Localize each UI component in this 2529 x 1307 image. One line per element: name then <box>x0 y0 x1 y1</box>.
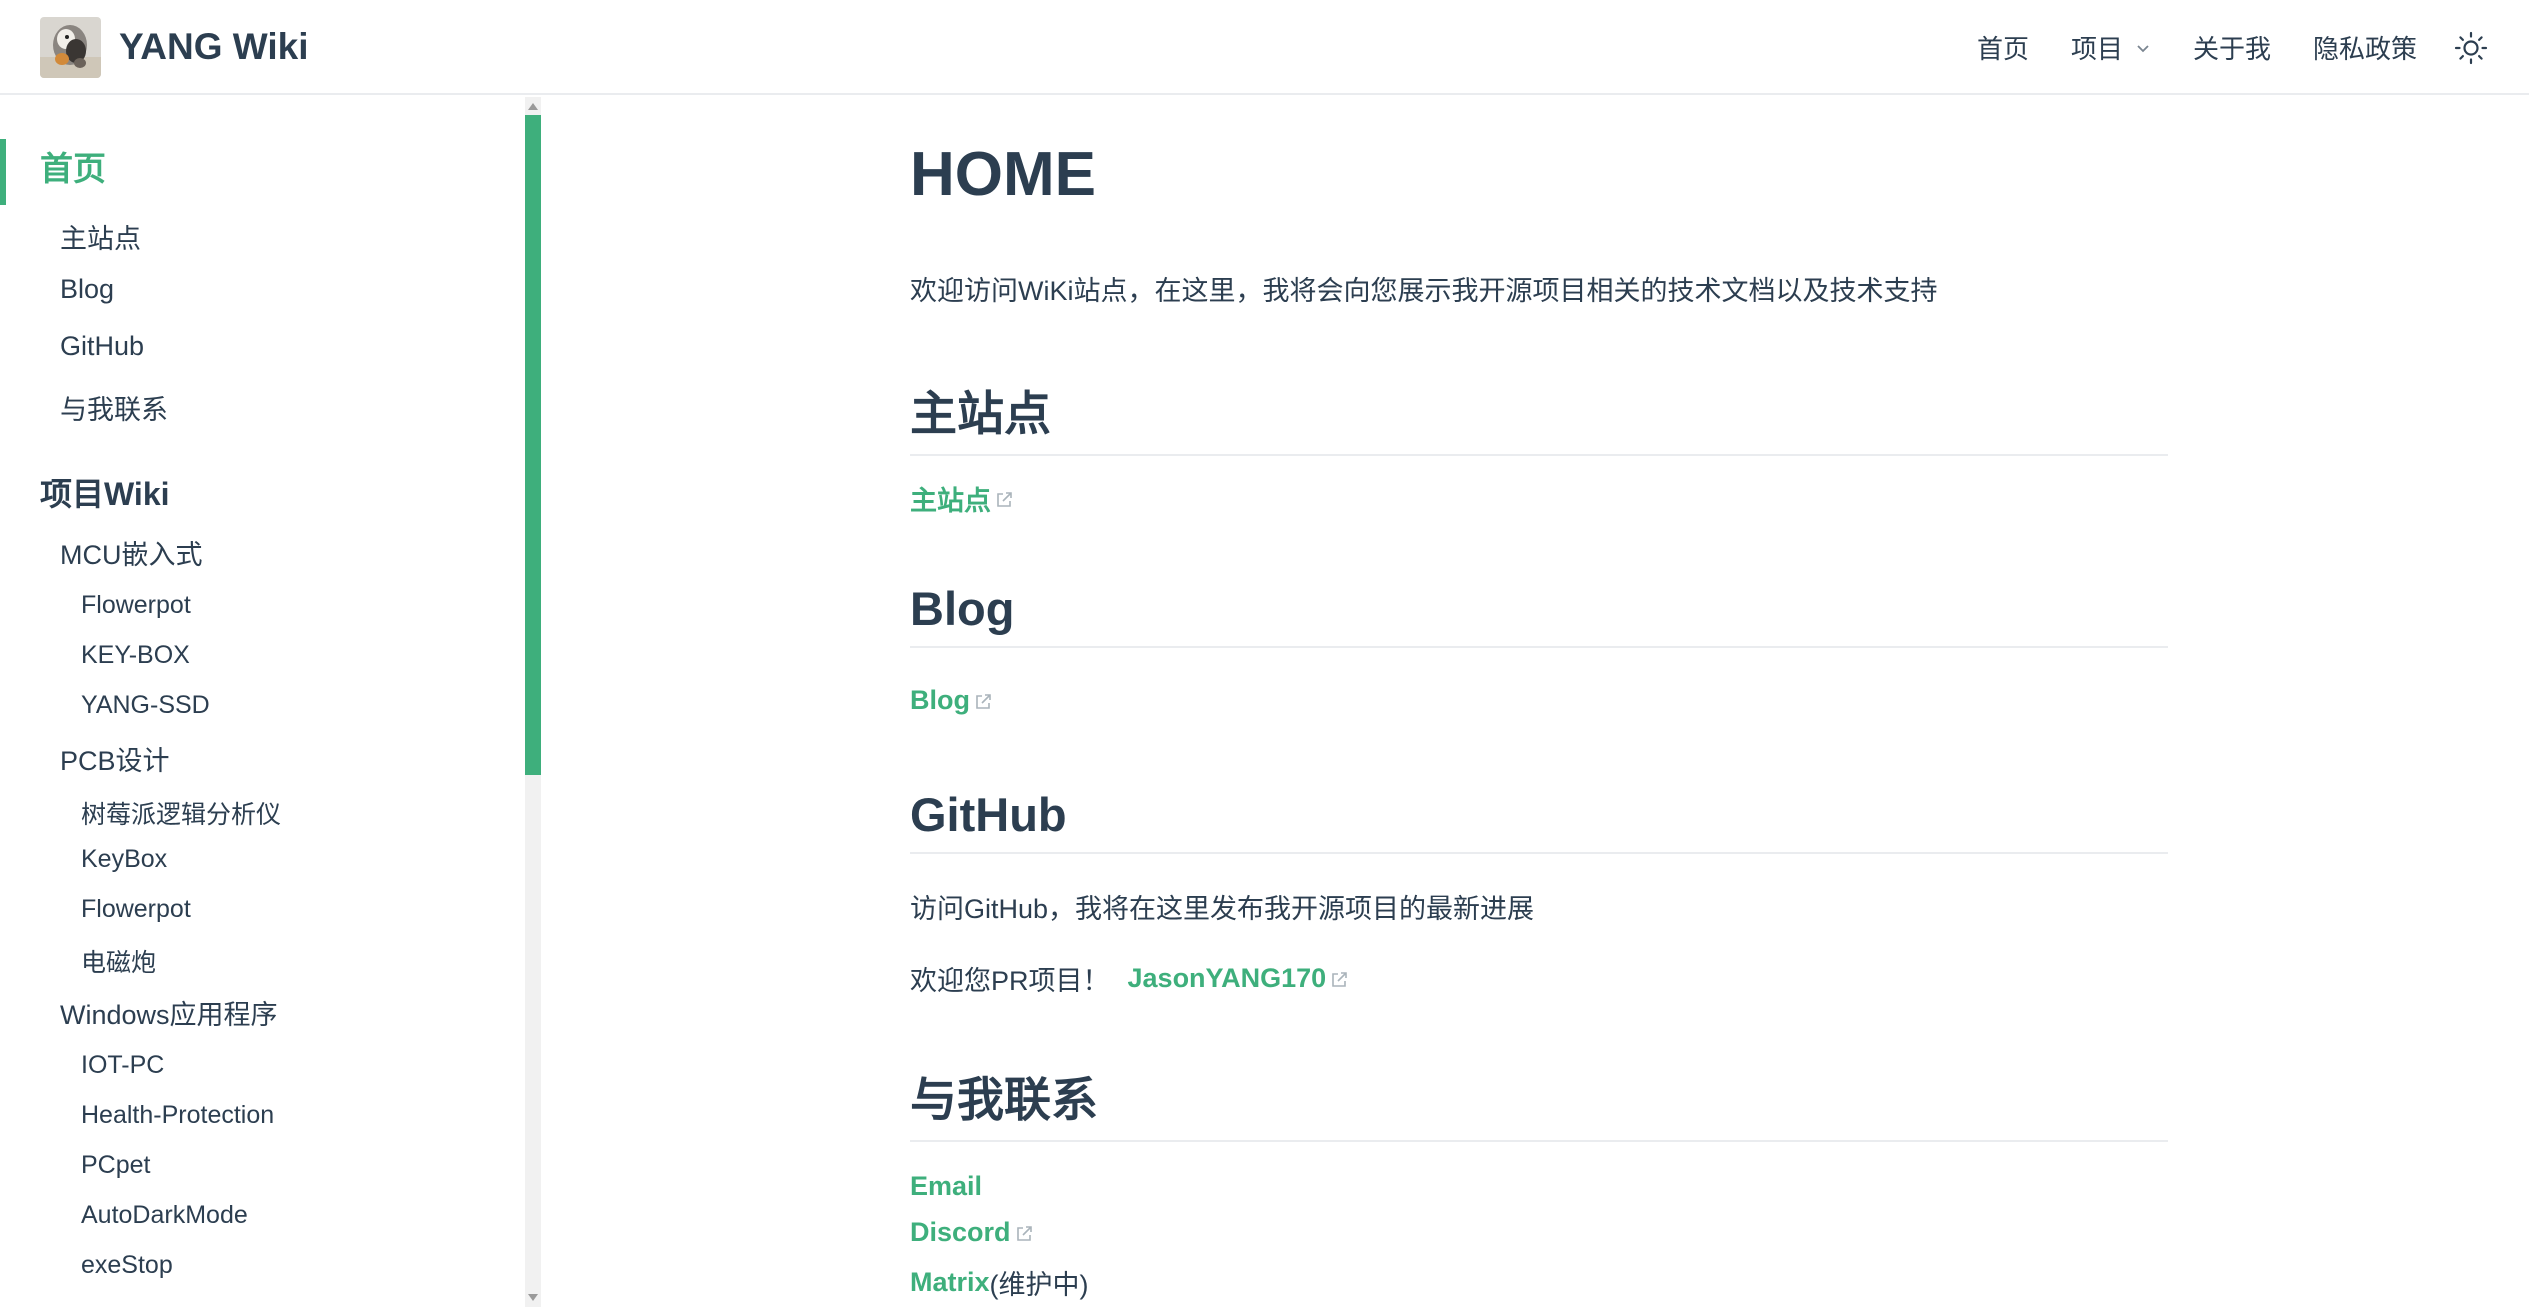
sidebar-item-iot-pc[interactable]: IOT-PC <box>81 1051 164 1080</box>
main-site-link-label: 主站点 <box>910 486 991 516</box>
matrix-row: Matrix (维护中) <box>910 1263 1089 1302</box>
sidebar-item-yang-ssd[interactable]: YANG-SSD <box>81 691 210 720</box>
nav-privacy[interactable]: 隐私政策 <box>2313 29 2417 66</box>
sidebar-heading-home[interactable]: 首页 <box>0 139 106 199</box>
discord-link-label: Discord <box>910 1217 1011 1247</box>
nav-links: 首页 项目 关于我 隐私政策 <box>1977 0 2529 95</box>
matrix-link[interactable]: Matrix <box>910 1267 990 1298</box>
sidebar: 首页 主站点 Blog GitHub 与我联系 项目Wiki MCU嵌入式 Fl… <box>0 97 540 1307</box>
sidebar-item-github[interactable]: GitHub <box>60 331 144 362</box>
nav-about[interactable]: 关于我 <box>2193 29 2271 66</box>
github-pr-text: 欢迎您PR项目！ <box>910 966 1110 996</box>
sidebar-group-pcb[interactable]: PCB设计 <box>60 739 170 778</box>
section-heading-blog: Blog <box>910 581 2168 648</box>
sidebar-item-contact[interactable]: 与我联系 <box>60 388 168 427</box>
sidebar-item-pcb-flowerpot[interactable]: Flowerpot <box>81 895 191 924</box>
nav-projects-dropdown[interactable]: 项目 <box>2071 29 2151 66</box>
external-link-icon <box>997 491 1012 507</box>
sidebar-item-key-box[interactable]: KEY-BOX <box>81 641 190 670</box>
main-site-link[interactable]: 主站点 <box>910 479 1013 518</box>
external-link-icon <box>976 693 991 709</box>
github-profile-label: JasonYANG170 <box>1127 963 1327 993</box>
sidebar-item-logic-analyzer[interactable]: 树莓派逻辑分析仪 <box>81 795 281 831</box>
scrollbar-thumb[interactable] <box>525 115 541 775</box>
external-link-icon <box>1332 971 1347 987</box>
home-brand-link[interactable]: YANG Wiki <box>40 16 309 78</box>
github-pr-row: 欢迎您PR项目！ JasonYANG170 <box>910 959 1348 998</box>
nav-projects-label: 项目 <box>2070 34 2123 64</box>
external-link-icon <box>1016 1225 1032 1241</box>
discord-link[interactable]: Discord <box>910 1217 1033 1248</box>
sidebar-item-pcpet[interactable]: PCpet <box>81 1151 150 1180</box>
site-name[interactable]: YANG Wiki <box>119 26 309 68</box>
section-heading-main-site: 主站点 <box>910 375 2168 456</box>
sidebar-scrollbar[interactable] <box>525 97 541 1307</box>
intro-text: 欢迎访问WiKi站点，在这里，我将会向您展示我开源项目相关的技术文档以及技术支持 <box>910 276 1938 306</box>
section-heading-github: GitHub <box>910 787 2168 854</box>
scroll-up-arrow-icon[interactable] <box>528 103 538 110</box>
sidebar-heading-projects[interactable]: 项目Wiki <box>40 469 170 515</box>
sidebar-item-keybox[interactable]: KeyBox <box>81 845 167 874</box>
github-profile-link[interactable]: JasonYANG170 <box>1128 963 1349 994</box>
email-link[interactable]: Email <box>910 1171 982 1202</box>
blog-link[interactable]: Blog <box>910 685 992 716</box>
nav-home[interactable]: 首页 <box>1977 29 2029 66</box>
sidebar-group-windows[interactable]: Windows应用程序 <box>60 993 278 1032</box>
sidebar-group-mcu[interactable]: MCU嵌入式 <box>60 533 203 572</box>
sidebar-item-coilgun[interactable]: 电磁炮 <box>81 943 156 979</box>
top-navbar: YANG Wiki 首页 项目 关于我 隐私政策 <box>0 0 2529 95</box>
matrix-note: (维护中) <box>989 1270 1089 1300</box>
sun-icon[interactable] <box>2453 30 2489 66</box>
sidebar-item-exestop[interactable]: exeStop <box>81 1251 173 1280</box>
sidebar-item-blog[interactable]: Blog <box>60 274 114 305</box>
avatar-logo-icon[interactable] <box>40 16 101 78</box>
page-title: HOME <box>910 140 1096 209</box>
chevron-down-icon <box>2137 44 2149 52</box>
section-heading-contact: 与我联系 <box>910 1061 2168 1142</box>
sidebar-item-health-protection[interactable]: Health-Protection <box>81 1101 274 1130</box>
sidebar-item-mcu-flowerpot[interactable]: Flowerpot <box>81 591 191 620</box>
sidebar-item-autodarkmode[interactable]: AutoDarkMode <box>81 1201 248 1230</box>
blog-link-label: Blog <box>910 685 970 715</box>
github-description: 访问GitHub，我将在这里发布我开源项目的最新进展 <box>910 894 1535 924</box>
sidebar-item-main-site[interactable]: 主站点 <box>60 217 141 256</box>
scroll-down-arrow-icon[interactable] <box>528 1294 538 1301</box>
